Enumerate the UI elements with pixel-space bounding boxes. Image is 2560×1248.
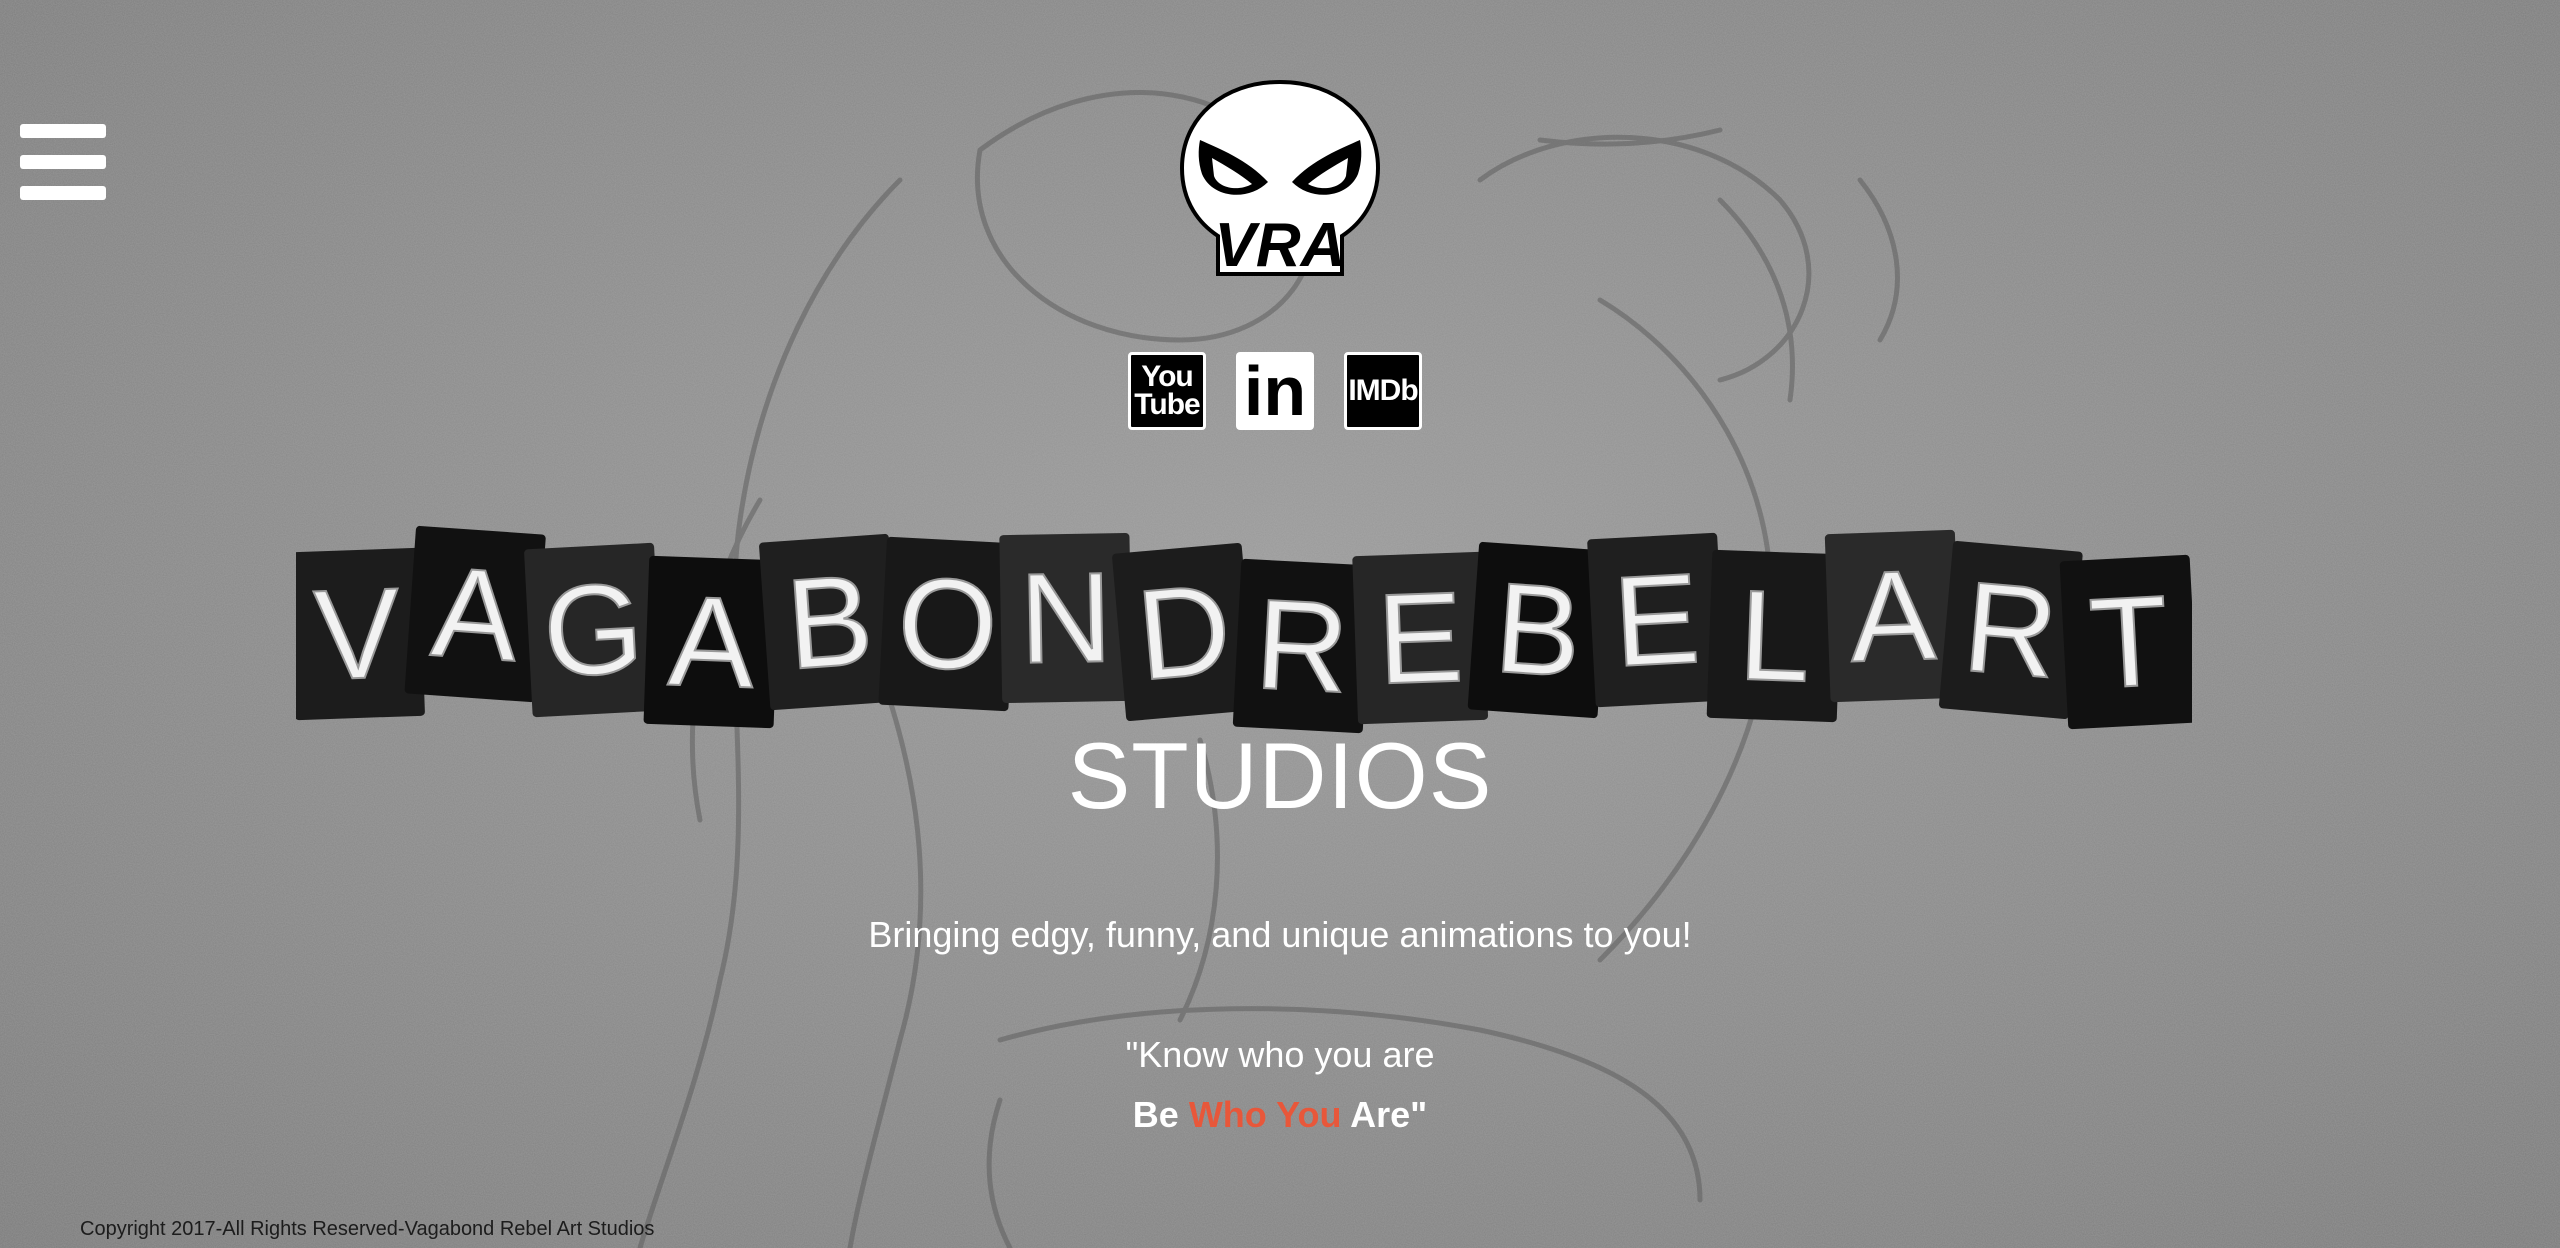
title-letter: T — [2086, 569, 2172, 716]
title-letter: R — [1252, 573, 1352, 721]
title-letter-tile: R — [1232, 558, 1372, 734]
title-letter-tile: G — [524, 542, 663, 718]
copyright-text: Copyright 2017-All Rights Reserved-Vagab… — [80, 1218, 655, 1240]
social-links: You Tube in IMDb — [1128, 352, 1422, 432]
title-letter-tile: L — [1706, 549, 1843, 723]
quote-be: Be — [1132, 1094, 1179, 1135]
title-letter: V — [312, 562, 402, 708]
quote-are: Are" — [1350, 1094, 1428, 1135]
title-letter-tile: T — [2059, 554, 2192, 730]
tagline: Bringing edgy, funny, and unique animati… — [868, 914, 1692, 955]
title-letter-tile: A — [1824, 529, 1961, 703]
title-letter-tile: O — [878, 536, 1017, 712]
title-letter: L — [1736, 564, 1812, 709]
title-letter: D — [1132, 557, 1237, 708]
title-letter: A — [1848, 544, 1939, 690]
youtube-label-bottom: Tube — [1134, 388, 1200, 421]
linkedin-icon[interactable]: in — [1236, 352, 1314, 430]
title-letter: B — [782, 548, 877, 697]
studios-heading: STUDIOS — [1067, 723, 1493, 828]
title-letter: N — [1018, 546, 1113, 691]
quote-line-1: "Know who you are — [1125, 1034, 1435, 1075]
linkedin-label: in — [1243, 352, 1307, 430]
title-letter: O — [894, 550, 1001, 698]
title-letter-tile: B — [759, 533, 901, 711]
youtube-icon[interactable]: You Tube — [1128, 352, 1206, 430]
title-letter: A — [428, 540, 524, 689]
imdb-label: IMDb — [1348, 374, 1418, 407]
title-letter: B — [1491, 556, 1586, 705]
title-letter: E — [1375, 566, 1465, 712]
logo-text: VRA — [1215, 211, 1346, 280]
youtube-label-top: You — [1141, 360, 1193, 393]
quote-who-you: Who You — [1188, 1094, 1342, 1135]
title-letter: A — [666, 570, 757, 716]
skull-logo[interactable]: VRA — [1178, 78, 1382, 280]
title-letter-tile: E — [1352, 551, 1489, 725]
ransom-note-title: VAGABONDREBELART — [296, 525, 2192, 734]
title-letter-tile: B — [1467, 541, 1609, 719]
hamburger-menu-icon[interactable] — [20, 124, 106, 200]
title-letter: R — [1958, 555, 2063, 706]
title-letter: G — [540, 556, 647, 704]
imdb-icon[interactable]: IMDb — [1344, 352, 1422, 430]
title-letter: E — [1610, 547, 1703, 694]
title-letter-tile: A — [643, 555, 780, 729]
title-letter-tile: E — [1587, 532, 1726, 708]
title-letter-tile: V — [296, 547, 425, 721]
quote-line-2: Be Who You Are" — [0, 1094, 2560, 1136]
